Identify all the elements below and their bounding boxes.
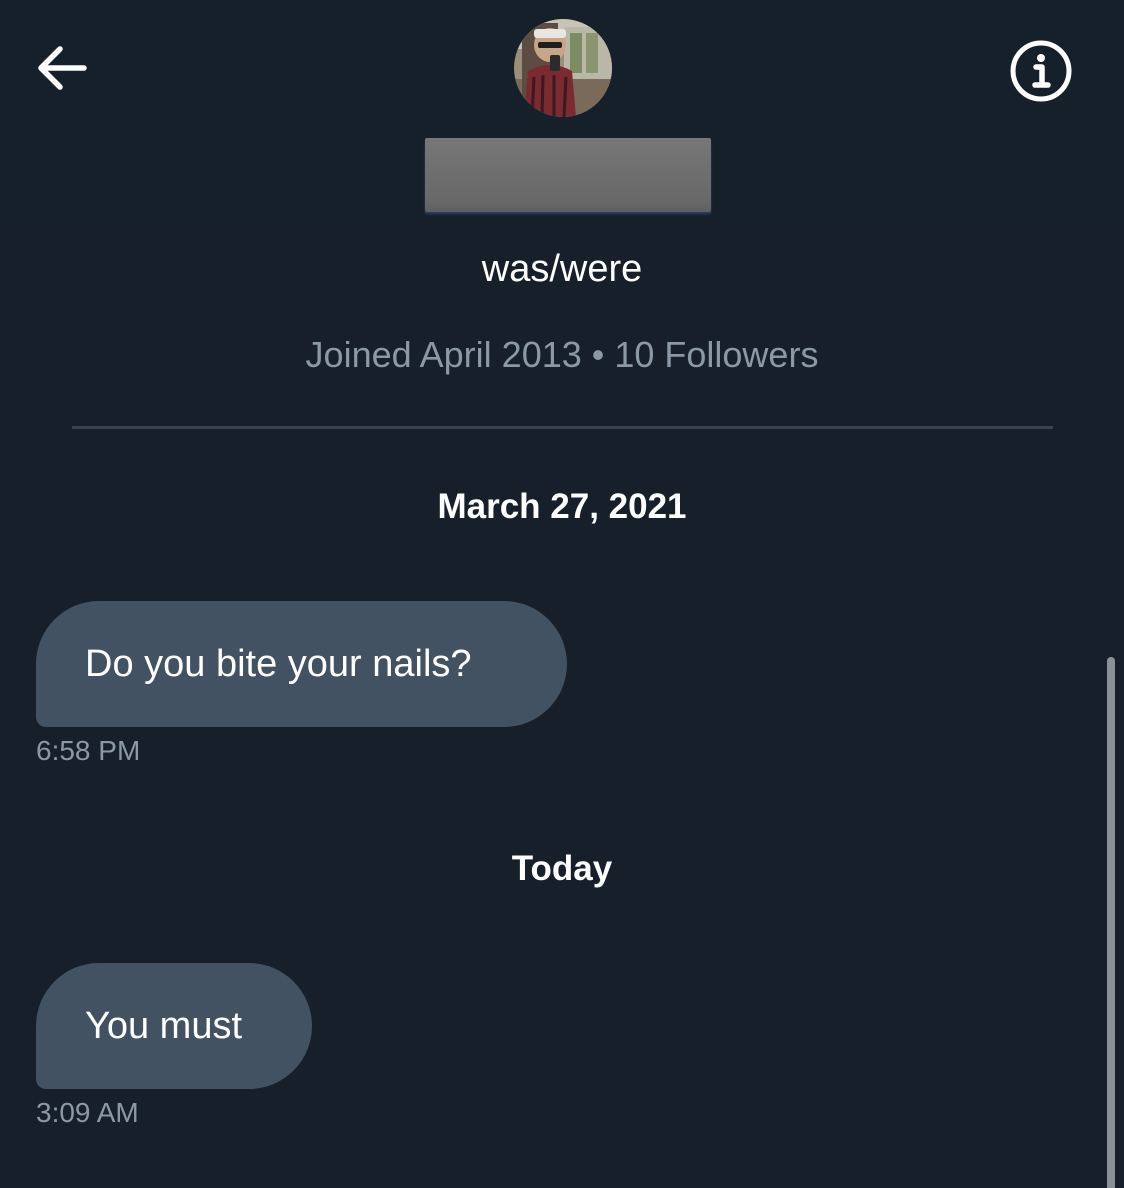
conversation-header: [0, 0, 1124, 222]
date-separator: March 27, 2021: [437, 487, 687, 526]
message-timestamp: 3:09 AM: [36, 1097, 139, 1128]
message-timestamp: 6:58 PM: [36, 735, 141, 766]
avatar[interactable]: [514, 19, 612, 117]
back-button[interactable]: [30, 38, 94, 102]
message-bubble[interactable]: Do you bite your nails?: [36, 601, 567, 727]
info-button[interactable]: [1006, 36, 1076, 106]
message-bubble[interactable]: You must: [36, 963, 312, 1089]
arrow-left-icon: [38, 46, 87, 90]
redacted-display-name: [425, 138, 711, 212]
divider: [72, 426, 1053, 429]
message-text: Do you bite your nails?: [85, 643, 472, 685]
scrollbar[interactable]: [1107, 657, 1115, 1188]
message-text: You must: [85, 1005, 243, 1047]
avatar-photo: [514, 19, 612, 117]
info-icon: [1010, 40, 1072, 102]
date-separator: Today: [511, 849, 613, 888]
profile-joined-info: Joined April 2013 • 10 Followers: [305, 334, 819, 375]
profile-pronouns: was/were: [481, 248, 643, 290]
